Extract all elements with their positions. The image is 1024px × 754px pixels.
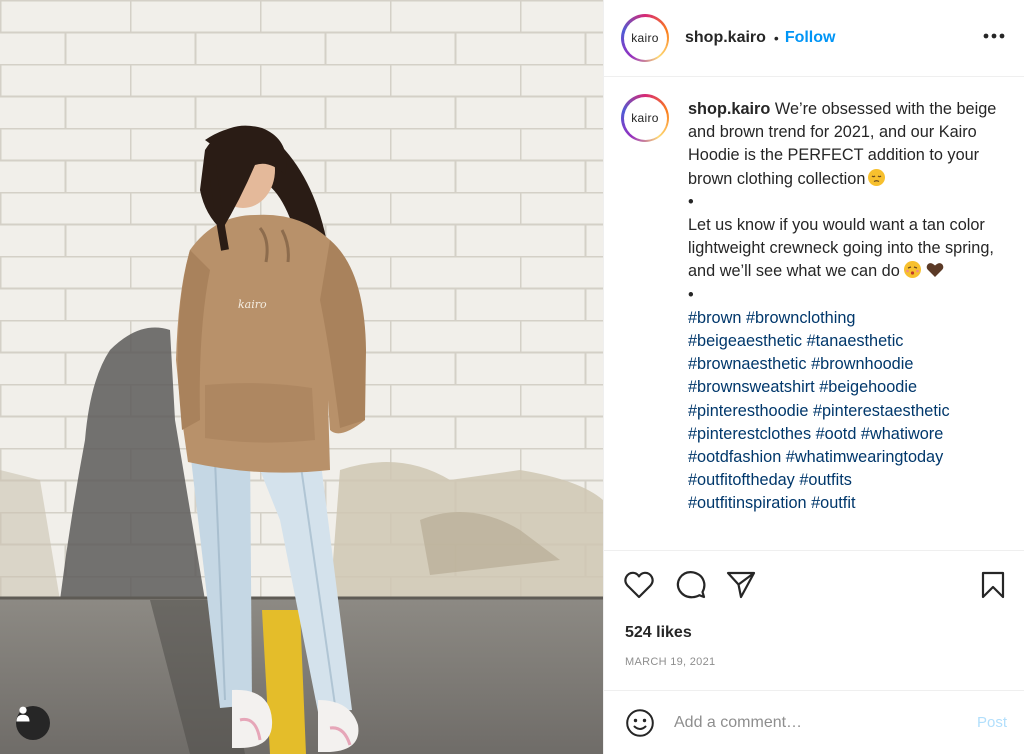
hashtag-link[interactable]: #brown <box>688 309 741 327</box>
caption-avatar[interactable]: kairo <box>621 94 669 142</box>
avatar-logo-text: kairo <box>623 16 667 60</box>
hashtag-line: #outfitoftheday #outfits <box>688 469 998 492</box>
hashtag-link[interactable]: #pinterestclothes <box>688 425 811 443</box>
caption-username[interactable]: shop.kairo <box>688 100 770 118</box>
hashtag-line: #brownsweatshirt #beigehoodie <box>688 376 998 399</box>
hashtag-link[interactable]: #outfitinspiration <box>688 494 807 512</box>
hashtag-line: #brownaesthetic #brownhoodie <box>688 353 998 376</box>
separator-dot: • <box>773 30 779 46</box>
hashtag-link[interactable]: #brownclothing <box>746 309 856 327</box>
caption-ask: Let us know if you would want a tan colo… <box>688 216 994 281</box>
post-photo[interactable]: kairo <box>0 0 603 754</box>
caption-bullet-1: • <box>688 192 694 211</box>
hashtag-link[interactable]: #outfits <box>799 471 852 489</box>
post-header: kairo shop.kairo • Follow <box>604 0 1024 77</box>
hashtag-link[interactable]: #brownhoodie <box>811 355 913 373</box>
likes-count[interactable]: 524 likes <box>625 624 692 642</box>
more-options-button[interactable] <box>983 26 1005 44</box>
heart-icon <box>624 571 654 599</box>
bookmark-icon <box>981 571 1005 599</box>
hashtag-link[interactable]: #brownaesthetic <box>688 355 807 373</box>
hashtag-link[interactable]: #beigehoodie <box>819 378 917 396</box>
follow-button[interactable]: Follow <box>785 29 836 47</box>
user-icon <box>16 706 30 722</box>
post-image: kairo <box>0 0 603 754</box>
post-comment-button[interactable]: Post <box>977 714 1007 731</box>
post-date: MARCH 19, 2021 <box>625 656 716 668</box>
hashtag-line: #pinteresthoodie #pinterestaesthetic <box>688 400 998 423</box>
hashtag-link[interactable]: #whatiwore <box>861 425 943 443</box>
caption-avatar-logo-text: kairo <box>623 96 667 140</box>
speech-bubble-icon <box>676 571 706 599</box>
caption-area[interactable]: kairo shop.kairo We’re obsessed with the… <box>604 78 1024 550</box>
post-actions: 524 likes MARCH 19, 2021 <box>604 550 1024 690</box>
hashtag-link[interactable]: #ootd <box>816 425 857 443</box>
hashtag-link[interactable]: #brownsweatshirt <box>688 378 815 396</box>
comment-input[interactable] <box>674 711 954 735</box>
emoji-picker-button[interactable] <box>625 708 655 743</box>
hashtag-link[interactable]: #whatimwearingtoday <box>786 448 943 466</box>
hashtag-link[interactable]: #outfitoftheday <box>688 471 795 489</box>
brown-heart-emoji <box>926 263 944 278</box>
kissing-face-emoji <box>904 261 922 279</box>
hashtag-link[interactable]: #outfit <box>811 494 855 512</box>
tagged-users-button[interactable] <box>16 706 50 740</box>
ellipsis-icon <box>983 33 1005 39</box>
comment-bar: Post <box>604 690 1024 754</box>
comment-button[interactable] <box>676 570 706 605</box>
hashtag-line: #pinterestclothes #ootd #whatiwore <box>688 423 998 446</box>
hashtag-link[interactable]: #pinterestaesthetic <box>813 402 950 420</box>
paper-plane-icon <box>726 571 756 599</box>
hoodie-logo-text: kairo <box>238 298 267 311</box>
save-button[interactable] <box>981 571 1005 604</box>
caption-ask-block: Let us know if you would want a tan colo… <box>688 214 998 284</box>
caption-bullet-2: • <box>688 285 694 304</box>
account-username[interactable]: shop.kairo <box>685 29 766 47</box>
hashtag-link[interactable]: #ootdfashion <box>688 448 781 466</box>
hashtag-line: #beigeaesthetic #tanaesthetic <box>688 330 998 353</box>
hashtag-line: #brown #brownclothing <box>688 307 998 330</box>
hashtag-line: #ootdfashion #whatimwearingtoday <box>688 446 998 469</box>
share-button[interactable] <box>726 571 756 604</box>
hashtag-line: #outfitinspiration #outfit <box>688 492 998 515</box>
hashtag-link[interactable]: #beigeaesthetic <box>688 332 802 350</box>
post-detail-panel: kairo shop.kairo • Follow kairo shop.kai… <box>603 0 1024 754</box>
smiley-icon <box>626 709 654 737</box>
caption-intro-block: shop.kairo We’re obsessed with the beige… <box>688 98 998 191</box>
like-button[interactable] <box>624 571 654 604</box>
avatar[interactable]: kairo <box>621 14 669 62</box>
hashtag-link[interactable]: #pinteresthoodie <box>688 402 808 420</box>
caption-text: shop.kairo We’re obsessed with the beige… <box>688 98 998 516</box>
pensive-face-emoji <box>868 168 886 186</box>
hashtag-link[interactable]: #tanaesthetic <box>807 332 904 350</box>
